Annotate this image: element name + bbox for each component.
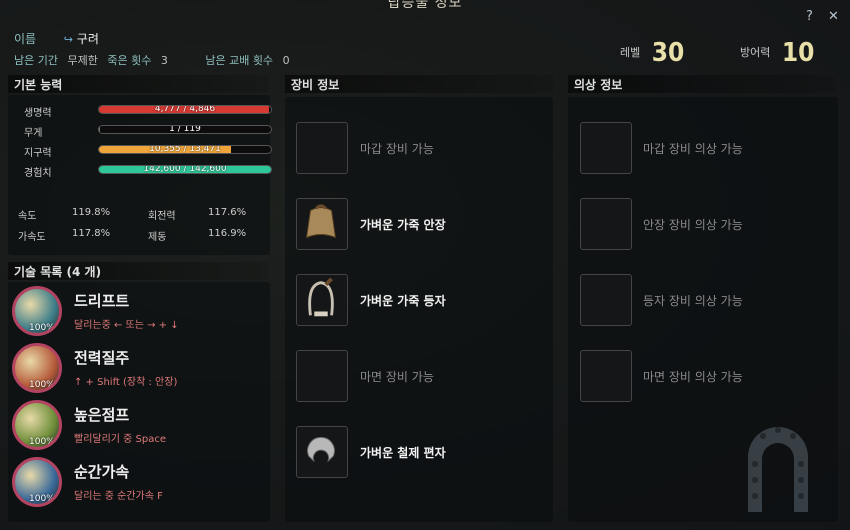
status-row: 남은 기간 무제한 죽은 횟수 3 남은 교배 횟수 0 xyxy=(14,52,296,68)
remaining-period-label: 남은 기간 xyxy=(14,54,58,67)
level-label: 레벨 xyxy=(620,46,641,59)
swaps-value: 0 xyxy=(282,54,290,67)
defense-label: 방어력 xyxy=(740,46,771,59)
costume-slot[interactable] xyxy=(580,198,632,250)
costume-title: 의상 정보 xyxy=(568,75,836,93)
defense-block: 방어력 10 xyxy=(740,38,814,68)
skill-key: ↑ + Shift (장착 : 안장) xyxy=(74,377,178,388)
equipment-slot-empty[interactable] xyxy=(296,350,348,402)
skill-item[interactable]: 100% 순간가속달리는 중 순간가속 F xyxy=(10,455,265,509)
equipment-slot-filled[interactable] xyxy=(296,198,348,250)
skill-percent: 100% xyxy=(29,494,55,504)
costume-slot-label: 마면 장비 의상 가능 xyxy=(643,370,743,384)
title-bar: 탑승물 정보 xyxy=(0,0,850,22)
close-icon[interactable]: ✕ xyxy=(828,9,839,24)
accel-label: 가속도 xyxy=(18,232,46,243)
remaining-period-value: 무제한 xyxy=(67,54,98,67)
name-value: 구려 xyxy=(76,32,99,46)
deaths-value: 3 xyxy=(160,54,168,67)
stat-label: 지구력 xyxy=(24,148,52,159)
name-row: 이름 ↪ 구려 xyxy=(14,30,99,47)
equipment-slot-label: 마면 장비 가능 xyxy=(360,370,434,384)
skill-percent: 100% xyxy=(29,380,55,390)
equipment-slot-empty[interactable] xyxy=(296,122,348,174)
costume-slot-label: 등자 장비 의상 가능 xyxy=(643,294,743,308)
skill-key: 빨리달리기 중 Space xyxy=(74,434,167,445)
level-value: 30 xyxy=(651,38,685,68)
skill-item[interactable]: 100% 드리프트달리는중 ← 또는 → + ↓ xyxy=(10,284,265,338)
costume-slot-label: 안장 장비 의상 가능 xyxy=(643,218,743,232)
horseshoe-watermark-icon xyxy=(748,427,808,512)
stat-bar: 142,600 / 142,600 xyxy=(98,165,272,174)
costume-slot[interactable] xyxy=(580,122,632,174)
stat-bar: 10,355 / 13,471 xyxy=(98,145,272,154)
stirrup-icon xyxy=(297,275,347,326)
skill-name: 드리프트 xyxy=(74,292,130,310)
stat-bar-text: 4,777 / 4,846 xyxy=(154,105,216,114)
skill-key: 달리는 중 순간가속 F xyxy=(74,491,163,502)
stat-label: 생명력 xyxy=(24,108,52,119)
drift-skill-icon: 100% xyxy=(12,286,62,336)
saddle-icon xyxy=(297,199,347,250)
swaps-label: 남은 교배 횟수 xyxy=(205,54,274,67)
edit-name-icon[interactable]: ↪ xyxy=(64,33,73,46)
costume-slot-label: 마갑 장비 의상 가능 xyxy=(643,142,743,156)
speed-label: 속도 xyxy=(18,211,37,222)
mount-info-window: 탑승물 정보 ? ✕ 이름 ↪ 구려 남은 기간 무제한 죽은 횟수 3 남은 … xyxy=(0,0,850,530)
basic-stats-title: 기본 능력 xyxy=(8,75,268,93)
high-jump-skill-icon: 100% xyxy=(12,400,62,450)
instant-accel-skill-icon: 100% xyxy=(12,457,62,507)
defense-value: 10 xyxy=(781,38,815,68)
stat-bar-text: 1 / 119 xyxy=(169,125,201,134)
window-title: 탑승물 정보 xyxy=(387,0,463,11)
sprint-skill-icon: 100% xyxy=(12,343,62,393)
accel-value: 117.8% xyxy=(72,228,111,239)
equipment-title: 장비 정보 xyxy=(285,75,553,93)
deaths-label: 죽은 횟수 xyxy=(107,54,152,67)
level-block: 레벨 30 xyxy=(620,38,684,68)
skill-key: 달리는중 ← 또는 → + ↓ xyxy=(74,320,179,331)
skill-percent: 100% xyxy=(29,437,55,447)
horseshoe-icon xyxy=(297,427,347,478)
brake-value: 116.9% xyxy=(208,228,247,239)
help-icon[interactable]: ? xyxy=(806,9,813,24)
skills-title: 기술 목록 (4 개) xyxy=(8,262,268,280)
equipment-slot-label: 가벼운 가죽 안장 xyxy=(360,218,446,232)
equipment-slot-label: 마갑 장비 가능 xyxy=(360,142,434,156)
costume-slot[interactable] xyxy=(580,274,632,326)
skill-percent: 100% xyxy=(29,323,55,333)
equipment-slot-filled[interactable] xyxy=(296,426,348,478)
skill-name: 전력질주 xyxy=(74,349,130,367)
name-label: 이름 xyxy=(14,32,37,46)
skill-name: 높은점프 xyxy=(74,406,130,424)
skill-item[interactable]: 100% 높은점프빨리달리기 중 Space xyxy=(10,398,265,452)
costume-panel: 마갑 장비 의상 가능안장 장비 의상 가능등자 장비 의상 가능마면 장비 의… xyxy=(568,97,838,522)
stat-label: 무게 xyxy=(24,128,43,139)
stat-label: 경험치 xyxy=(24,168,52,179)
skill-item[interactable]: 100% 전력질주 ↑ + Shift (장착 : 안장) xyxy=(10,341,265,395)
equipment-slot-label: 가벼운 철제 편자 xyxy=(360,446,446,460)
equipment-panel: 마갑 장비 가능가벼운 가죽 안장가벼운 가죽 등자마면 장비 가능가벼운 철제… xyxy=(285,97,553,522)
speed-value: 119.8% xyxy=(72,207,111,218)
stat-bar-text: 142,600 / 142,600 xyxy=(143,165,227,174)
basic-stats-panel: 생명력 4,777 / 4,846 무게 1 / 119 지구력 10,355 / 13,… xyxy=(8,95,272,255)
stat-bar: 1 / 119 xyxy=(98,125,272,134)
skill-name: 순간가속 xyxy=(74,463,130,481)
turn-value: 117.6% xyxy=(208,207,247,218)
equipment-slot-filled[interactable] xyxy=(296,274,348,326)
turn-label: 회전력 xyxy=(148,211,176,222)
equipment-slot-label: 가벼운 가죽 등자 xyxy=(360,294,446,308)
costume-slot[interactable] xyxy=(580,350,632,402)
stat-bar-text: 10,355 / 13,471 xyxy=(149,145,221,154)
brake-label: 제동 xyxy=(148,232,167,243)
stat-bar: 4,777 / 4,846 xyxy=(98,105,272,114)
skills-panel: 100% 드리프트달리는중 ← 또는 → + ↓ 100% 전력질주 ↑ + Shift… xyxy=(8,282,270,522)
